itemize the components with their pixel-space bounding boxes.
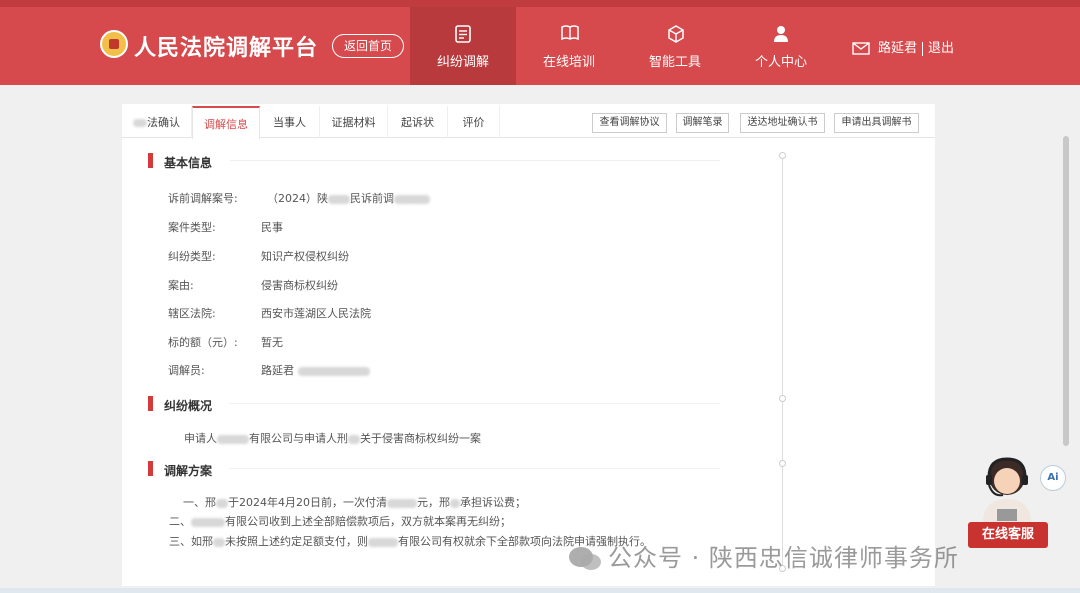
redacted [217, 434, 249, 444]
nav-online-training[interactable]: 在线培训 [516, 7, 622, 85]
redacted [297, 366, 370, 376]
divider [230, 468, 720, 469]
address-confirmation-button[interactable]: 送达地址确认书 [740, 113, 825, 133]
case-number-value: （2024）陕 民诉前调 [267, 190, 430, 206]
tab-parties[interactable]: 当事人 [260, 106, 320, 138]
nav-label: 个人中心 [754, 55, 807, 70]
tab-label: 法确认 [147, 116, 180, 129]
tab-bar: 法确认 调解信息 当事人 证据材料 起诉状 评价 查看调解协议 调解笔录 送达地… [122, 104, 935, 139]
section-basic-info-title: 基本信息 [148, 153, 212, 171]
tab-mediation-info[interactable]: 调解信息 [192, 106, 260, 139]
wechat-icon [569, 547, 601, 570]
bottom-strip [0, 588, 1080, 593]
mediation-record-button[interactable]: 调解笔录 [676, 113, 729, 133]
divider [230, 403, 720, 404]
app-title: 人民法院调解平台 [134, 36, 319, 61]
redacted [216, 498, 228, 508]
redacted [368, 537, 398, 547]
apply-mediation-document-button[interactable]: 申请出具调解书 [834, 113, 919, 133]
tab-complaint[interactable]: 起诉状 [388, 106, 448, 138]
timeline-dot [779, 152, 786, 159]
case-type-value: 民事 [261, 221, 283, 234]
online-service-button[interactable]: 在线客服 [968, 522, 1048, 548]
watermark: 公众号 · 陕西忠信诚律师事务所 [568, 538, 959, 573]
user-area: 路延君 退出 [852, 37, 954, 56]
document-icon [455, 25, 471, 43]
dispute-type-value: 知识产权侵权纠纷 [261, 250, 349, 263]
nav-label: 在线培训 [542, 55, 595, 70]
section-overview: 纠纷概况 [148, 396, 212, 414]
tab-evidence[interactable]: 证据材料 [320, 106, 388, 138]
timeline-dot [779, 460, 786, 467]
nav-label: 智能工具 [648, 55, 701, 70]
field-label: 案件类型: [168, 221, 216, 234]
timeline-line [782, 156, 783, 568]
home-button[interactable]: 返回首页 [332, 34, 404, 58]
view-agreement-button[interactable]: 查看调解协议 [592, 113, 667, 133]
redacted [328, 194, 350, 204]
nav-smart-tools[interactable]: 智能工具 [622, 7, 728, 85]
top-navigation-bar: 人民法院调解平台 返回首页 纠纷调解 在线培训 智能工具 个人中心 路延君 退出 [0, 0, 1080, 85]
user-name[interactable]: 路延君 [878, 41, 917, 56]
mediator-value: 路延君 [261, 362, 370, 378]
field-label: 诉前调解案号: [168, 192, 238, 205]
cause-value: 侵害商标权纠纷 [261, 279, 338, 292]
amount-value: 暂无 [261, 336, 283, 349]
field-label: 纠纷类型: [168, 250, 216, 263]
field-label: 调解员: [168, 364, 205, 377]
divider [230, 160, 720, 161]
top-edge [0, 0, 1080, 7]
redacted [450, 498, 460, 508]
tab-evaluation[interactable]: 评价 [448, 106, 500, 138]
cube-icon [668, 25, 684, 43]
redacted [133, 119, 147, 127]
overview-text: 申请人 有限公司与申请人刑 关于侵害商标权纠纷一案 [184, 432, 481, 445]
field-label: 辖区法院: [168, 307, 216, 320]
redacted [394, 194, 430, 204]
field-label: 案由: [168, 279, 194, 292]
nav-personal-center[interactable]: 个人中心 [728, 7, 834, 85]
section-plan: 调解方案 [148, 461, 212, 479]
logout-link[interactable]: 退出 [928, 41, 954, 56]
customer-service-agent-icon[interactable] [975, 455, 1039, 523]
envelope-icon[interactable] [852, 42, 870, 55]
field-label: 标的额（元）: [168, 336, 238, 349]
plan-line-2: 二、 有限公司收到上述全部赔偿款项后，双方就本案再无纠纷； [169, 515, 511, 528]
timeline-dot [779, 395, 786, 402]
court-emblem-icon [100, 30, 128, 58]
tab-confirmation[interactable]: 法确认 [122, 106, 192, 138]
nav-dispute-mediation[interactable]: 纠纷调解 [410, 7, 516, 85]
court-value: 西安市莲湖区人民法院 [261, 307, 371, 320]
divider [922, 41, 924, 56]
nav-label: 纠纷调解 [436, 55, 489, 70]
redacted [387, 498, 417, 508]
plan-line-1: 一、邢 于2024年4月20日前，一次付清 元，邢 承担诉讼费； [183, 496, 526, 509]
redacted [213, 537, 225, 547]
ai-assistant-button[interactable]: Ai [1040, 465, 1066, 491]
scrollbar-thumb[interactable] [1063, 136, 1069, 446]
person-icon [774, 26, 788, 42]
book-icon [561, 25, 579, 41]
redacted [348, 434, 360, 444]
redacted [191, 517, 225, 527]
